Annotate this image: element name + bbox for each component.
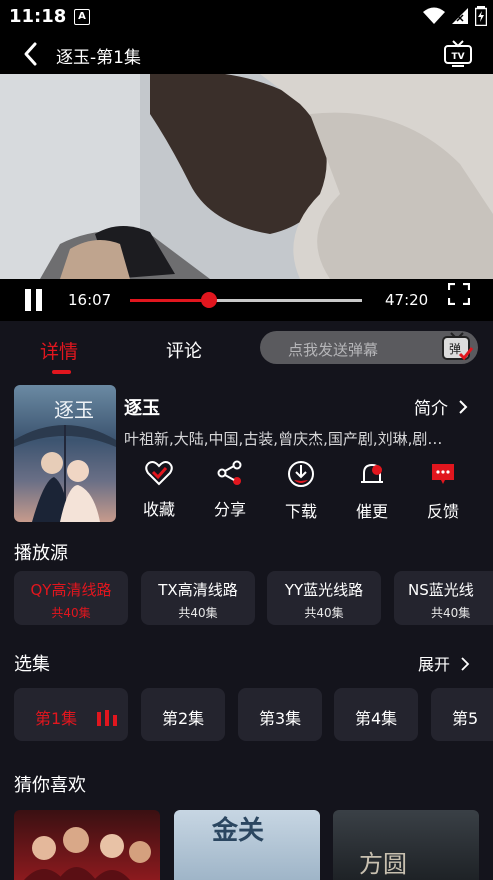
episode-card[interactable]: 第4集: [334, 688, 418, 741]
recommend-item-title: 金关: [212, 816, 265, 846]
source-name: TX高清线路: [158, 581, 238, 599]
video-player[interactable]: [0, 74, 493, 279]
share-label: 分享: [213, 500, 246, 519]
current-time: 16:07: [68, 291, 112, 309]
episode-card[interactable]: 第5: [431, 688, 493, 741]
tab-comment[interactable]: 评论: [166, 337, 202, 363]
source-name: QY高清线路: [30, 581, 112, 599]
download-button[interactable]: 下载: [266, 460, 336, 522]
source-count: 共40集: [178, 606, 218, 620]
source-count: 共40集: [431, 606, 471, 620]
chevron-right-icon: [459, 400, 468, 414]
tab-indicator: [52, 370, 71, 374]
favorite-label: 收藏: [142, 500, 175, 519]
share-icon: [217, 460, 242, 485]
heart-icon: [145, 461, 173, 486]
pause-bar: [25, 289, 31, 311]
intro-link[interactable]: 简介: [414, 394, 469, 419]
recommend-item[interactable]: 方圆: [333, 810, 479, 880]
feedback-icon: [432, 464, 454, 484]
signal-icon: [452, 8, 468, 24]
recommend-title: 猜你喜欢: [14, 775, 86, 796]
title-bar: 逐玉-第1集 TV: [0, 32, 493, 74]
seek-progress: [130, 299, 209, 302]
recommend-item[interactable]: 金关: [174, 810, 320, 880]
show-tags: 叶祖新,大陆,中国,古装,曾庆杰,国产剧,刘琳,剧…: [124, 430, 443, 448]
danmaku-placeholder: 点我发送弹幕: [288, 341, 379, 359]
chevron-right-icon: [461, 657, 470, 671]
tab-detail[interactable]: 详情: [40, 337, 78, 364]
danmaku-icon-label: 弹: [449, 342, 461, 356]
source-card-active[interactable]: QY高清线路 共40集: [14, 571, 128, 625]
episode-label: 第3集: [259, 709, 302, 728]
episode-card-active[interactable]: 第1集: [14, 688, 128, 741]
poster-title: 逐玉: [54, 398, 94, 422]
episode-label: 第4集: [355, 709, 398, 728]
share-button[interactable]: 分享: [195, 460, 265, 520]
sources-title: 播放源: [14, 543, 68, 564]
fullscreen-icon[interactable]: [448, 283, 470, 305]
show-poster[interactable]: 逐玉: [14, 385, 116, 522]
episode-label: 第1集: [35, 709, 78, 728]
source-count: 共40集: [51, 606, 91, 620]
remind-button[interactable]: 催更: [337, 460, 407, 522]
total-time: 47:20: [385, 291, 429, 309]
pause-bar: [36, 289, 42, 311]
source-name: NS蓝光线: [408, 581, 474, 599]
feedback-label: 反馈: [426, 502, 459, 521]
episode-label: 第2集: [162, 709, 205, 728]
source-card[interactable]: NS蓝光线 共40集: [394, 571, 493, 625]
player-controls: 16:07 47:20: [0, 279, 493, 321]
source-card[interactable]: TX高清线路 共40集: [141, 571, 255, 625]
expand-episodes-button[interactable]: 展开: [418, 651, 470, 675]
intro-label: 简介: [414, 399, 448, 419]
playing-indicator-icon: [97, 710, 117, 726]
remind-label: 催更: [355, 502, 388, 521]
status-icons: [423, 6, 487, 26]
tv-cast-button[interactable]: TV: [443, 40, 473, 68]
source-card[interactable]: YY蓝光线路 共40集: [267, 571, 381, 625]
feedback-button[interactable]: 反馈: [408, 460, 478, 522]
expand-label: 展开: [418, 655, 451, 674]
recommend-poster: [24, 827, 151, 880]
seek-handle[interactable]: [200, 292, 217, 308]
status-time: 11:18: [9, 6, 67, 27]
seek-bar[interactable]: [130, 292, 362, 308]
source-count: 共40集: [304, 606, 344, 620]
source-name: YY蓝光线路: [284, 581, 364, 599]
download-label: 下载: [284, 502, 317, 521]
danmaku-input[interactable]: 点我发送弹幕 弹: [260, 331, 478, 364]
poster-art: 逐玉: [14, 398, 116, 522]
episodes-title: 选集: [14, 654, 50, 675]
episode-card[interactable]: 第3集: [238, 688, 322, 741]
episode-label: 第5: [452, 709, 479, 728]
status-bar: 11:18 A: [0, 0, 493, 32]
recommend-item-title: 方圆: [359, 850, 407, 878]
battery-icon: [475, 6, 487, 26]
bell-icon: [361, 463, 383, 483]
detail-tabs: 详情 评论 点我发送弹幕 弹: [0, 321, 493, 377]
download-icon: [288, 461, 314, 487]
page-title: 逐玉-第1集: [56, 48, 141, 68]
notification-icon: A: [74, 9, 90, 25]
show-title: 逐玉: [124, 398, 160, 419]
video-frame: [0, 74, 493, 279]
favorite-button[interactable]: 收藏: [124, 460, 194, 520]
danmaku-toggle-icon[interactable]: 弹: [440, 332, 474, 362]
episode-card[interactable]: 第2集: [141, 688, 225, 741]
action-row: 收藏 分享 下载 催更 反馈: [124, 460, 484, 522]
wifi-icon: [423, 7, 445, 24]
svg-text:TV: TV: [451, 52, 464, 62]
back-button[interactable]: [18, 40, 46, 68]
recommend-item[interactable]: [14, 810, 160, 880]
pause-button[interactable]: [22, 289, 46, 311]
